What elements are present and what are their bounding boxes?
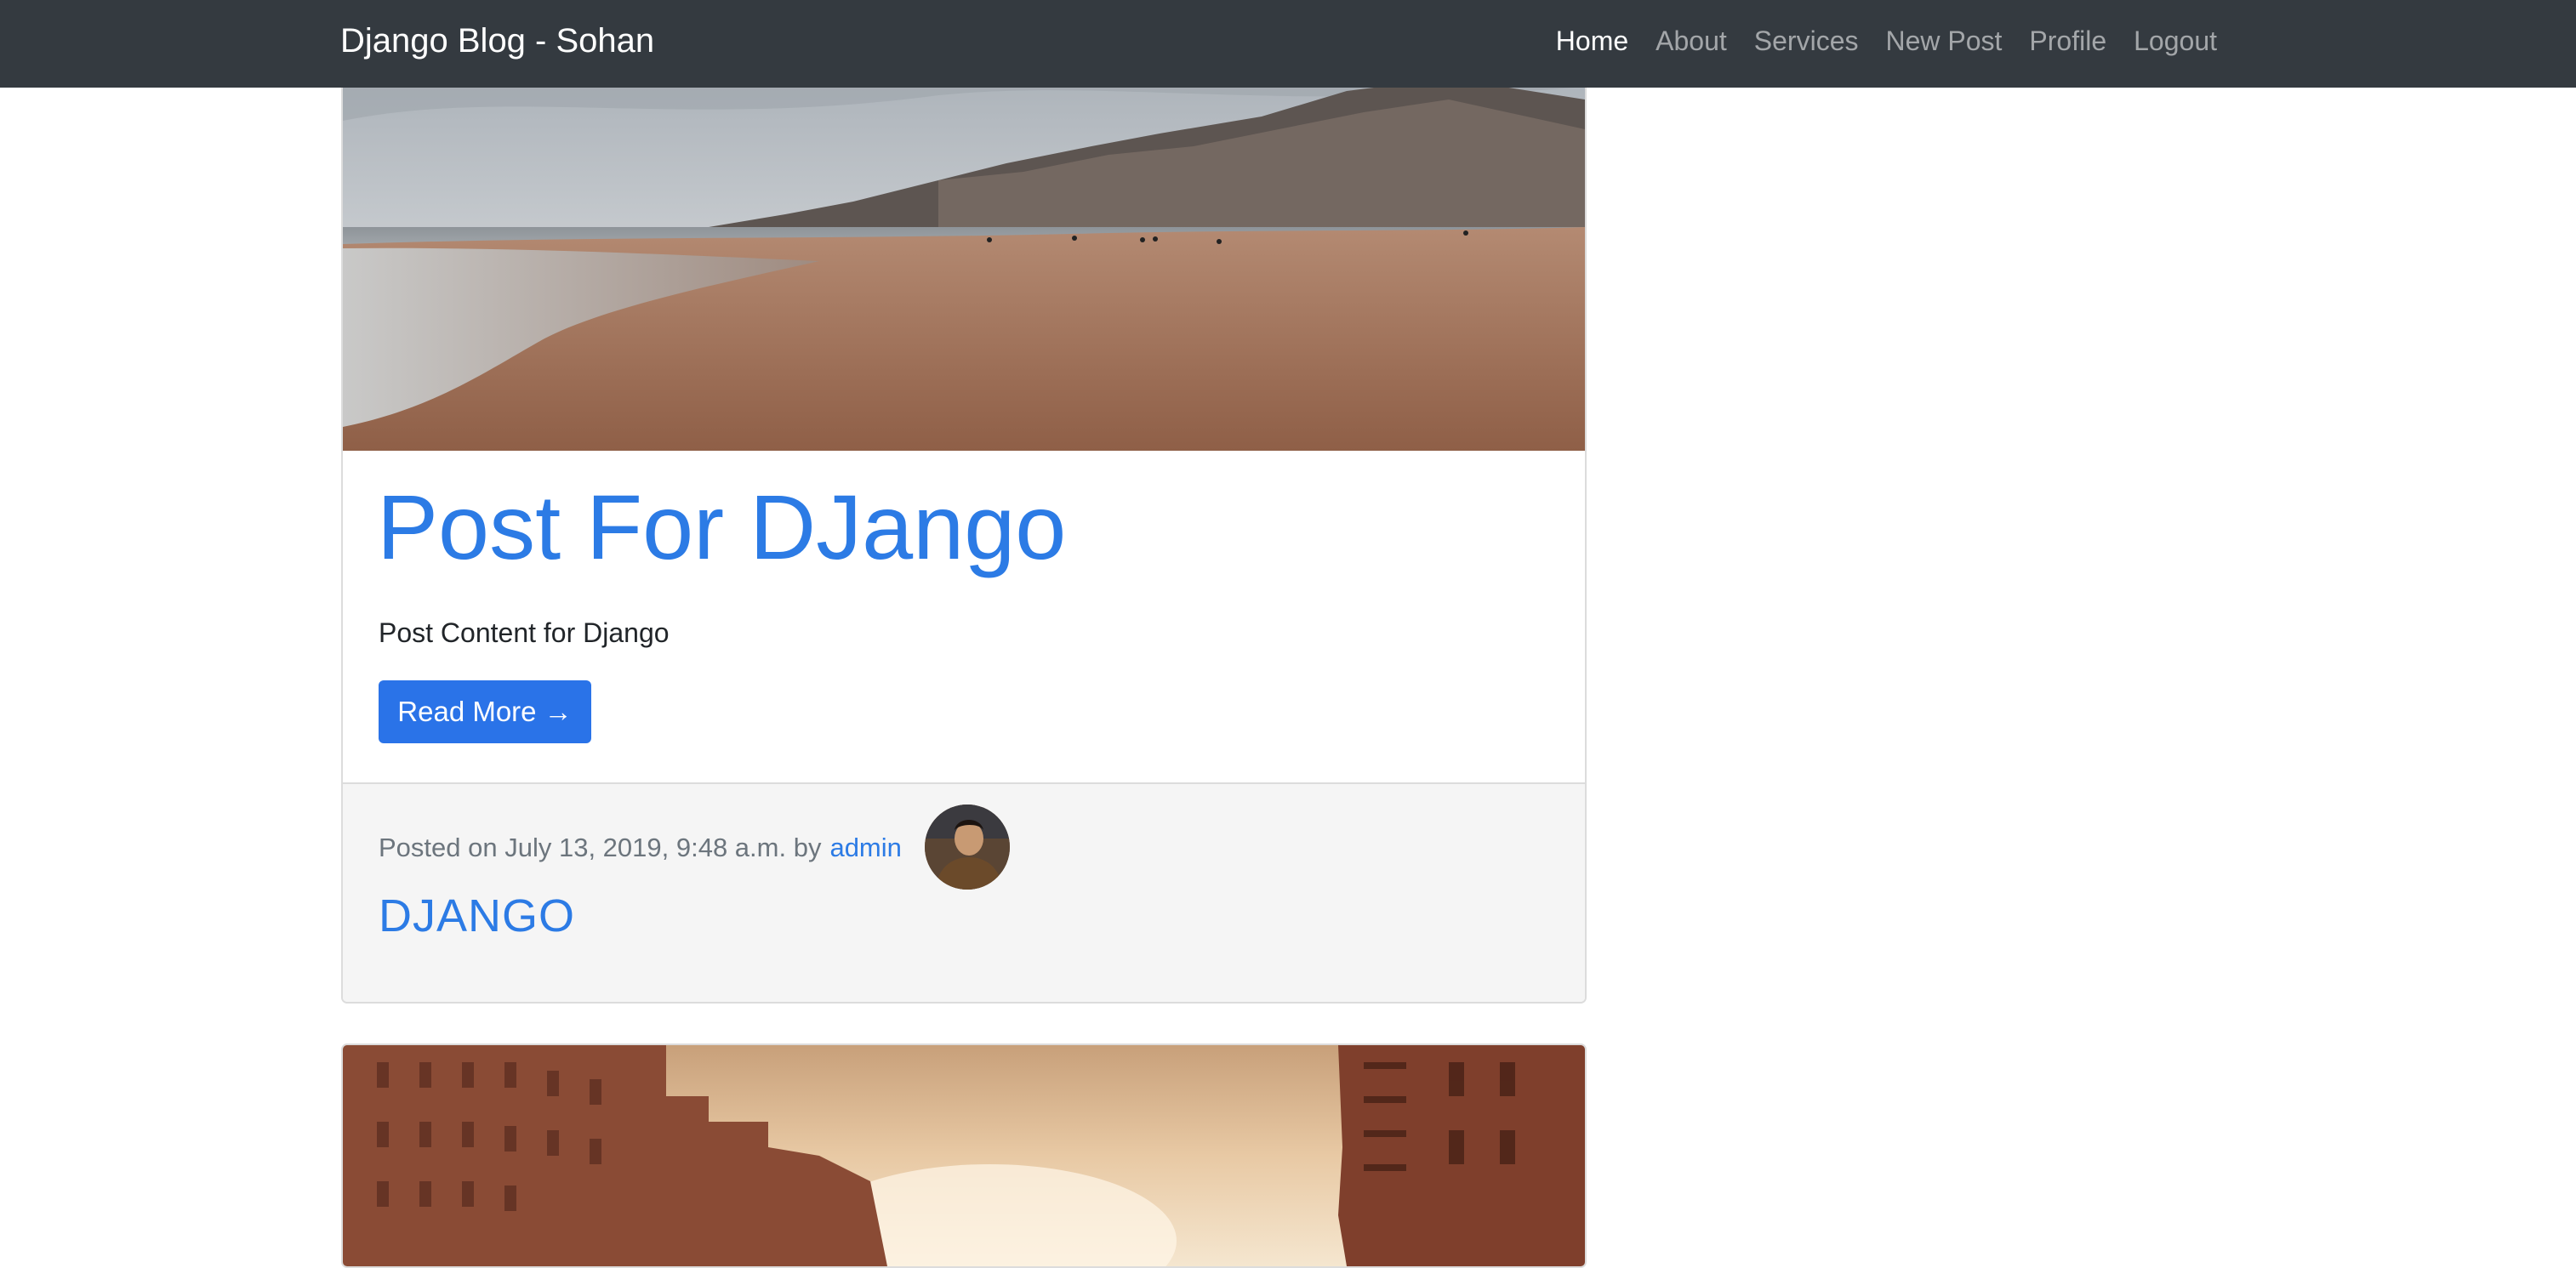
author-link[interactable]: admin xyxy=(829,828,901,867)
read-more-button[interactable]: Read More → xyxy=(379,680,591,743)
post-title[interactable]: Post For DJango xyxy=(377,475,1066,580)
post-card xyxy=(341,1043,1587,1268)
nav-link-services[interactable]: Services xyxy=(1754,26,1859,57)
nav-link-new-post[interactable]: New Post xyxy=(1885,26,2002,57)
nav-link-profile[interactable]: Profile xyxy=(2029,26,2106,57)
nav-links: Home About Services New Post Profile Log… xyxy=(1556,0,2217,82)
nav-link-logout[interactable]: Logout xyxy=(2134,26,2217,57)
post-image-city xyxy=(343,1045,1585,1266)
brand-link[interactable]: Django Blog - Sohan xyxy=(340,0,654,82)
post-card: Post For DJango Post Content for Django … xyxy=(341,51,1587,1004)
author-avatar xyxy=(925,805,1010,890)
nav-link-home[interactable]: Home xyxy=(1556,26,1628,57)
post-body: Post For DJango Post Content for Django … xyxy=(343,451,1585,832)
post-footer: Posted on July 13, 2019, 9:48 a.m. by ad… xyxy=(343,782,1585,1002)
posted-on-text: Posted on July 13, 2019, 9:48 a.m. by xyxy=(379,833,822,862)
post-content: Post Content for Django xyxy=(379,617,670,648)
post-image-beach xyxy=(343,53,1585,451)
top-navbar: Django Blog - Sohan Home About Services … xyxy=(0,0,2576,88)
category-link[interactable]: DJANGO xyxy=(379,890,575,942)
nav-link-about[interactable]: About xyxy=(1656,26,1727,57)
post-meta: Posted on July 13, 2019, 9:48 a.m. by ad… xyxy=(379,828,902,867)
